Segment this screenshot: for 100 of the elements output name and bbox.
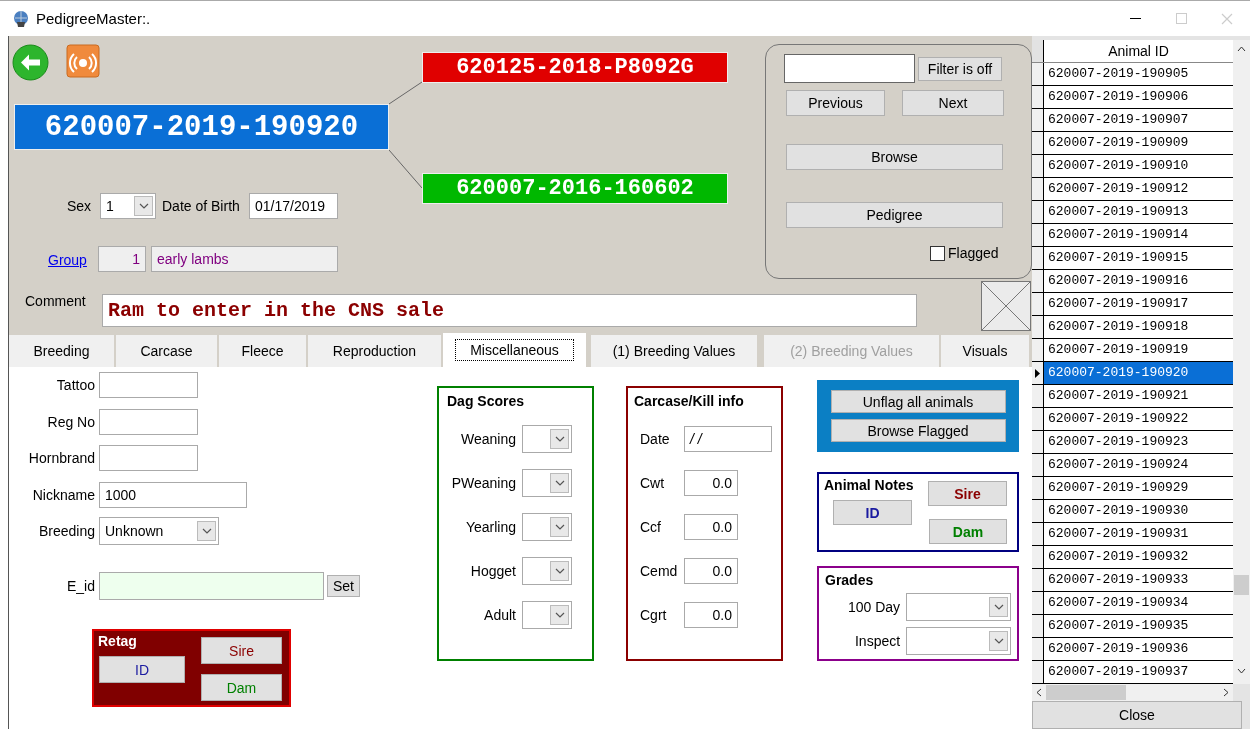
breeding-dropdown[interactable]: Unknown: [99, 517, 219, 545]
row-pointer-icon: [1035, 368, 1040, 378]
previous-button[interactable]: Previous: [786, 90, 885, 116]
number-field[interactable]: 0.0: [684, 470, 738, 496]
field-label: Cwt: [639, 475, 666, 491]
scroll-right-icon[interactable]: [1223, 688, 1229, 697]
table-cell-text: 620007-2019-190931: [1047, 525, 1190, 543]
group-number-field[interactable]: 1: [98, 246, 146, 272]
tab[interactable]: Miscellaneous: [443, 333, 586, 367]
list-row[interactable]: 620007-2019-190929: [1032, 477, 1233, 500]
number-field[interactable]: 0.0: [684, 514, 738, 540]
field-label: Hogget: [470, 563, 516, 579]
scroll-down-icon[interactable]: [1237, 668, 1246, 674]
table-cell-text: 620007-2019-190913: [1047, 203, 1190, 221]
list-row[interactable]: 620007-2019-190906: [1032, 86, 1233, 109]
sire-id-label[interactable]: 620125-2018-P8092G: [422, 52, 728, 83]
field-label: Yearling: [465, 519, 516, 535]
grade-dropdown[interactable]: [906, 593, 1011, 621]
tab[interactable]: Carcase: [116, 335, 217, 367]
table-cell-text: 620007-2019-190907: [1047, 111, 1190, 129]
field-label: Hornbrand: [27, 450, 96, 466]
list-row[interactable]: 620007-2019-190922: [1032, 408, 1233, 431]
list-row[interactable]: 620007-2019-190905: [1032, 63, 1233, 86]
score-dropdown[interactable]: [522, 469, 572, 497]
list-row[interactable]: 620007-2019-190912: [1032, 178, 1233, 201]
horizontal-scrollbar[interactable]: [1032, 684, 1233, 701]
group-name-field[interactable]: early lambs: [151, 246, 338, 272]
list-row[interactable]: 620007-2019-190934: [1032, 592, 1233, 615]
e-id-field[interactable]: [99, 571, 324, 600]
text-field[interactable]: [99, 372, 198, 398]
scroll-up-icon[interactable]: [1237, 46, 1246, 52]
list-row[interactable]: 620007-2019-190931: [1032, 523, 1233, 546]
score-dropdown[interactable]: [522, 513, 572, 541]
field-label: Cgrt: [639, 607, 668, 623]
list-row[interactable]: 620007-2019-190913: [1032, 201, 1233, 224]
list-row[interactable]: 620007-2019-190909: [1032, 132, 1233, 155]
table-cell-text: 620007-2019-190914: [1047, 226, 1190, 244]
list-row[interactable]: 620007-2019-190936: [1032, 638, 1233, 661]
list-row[interactable]: 620007-2019-190916: [1032, 270, 1233, 293]
nickname-field[interactable]: 1000: [99, 481, 247, 508]
notes-id-button[interactable]: ID: [833, 500, 912, 525]
next-button[interactable]: Next: [902, 90, 1004, 116]
comment-field[interactable]: Ram to enter in the CNS sale: [102, 294, 917, 327]
tab[interactable]: (1) Breeding Values: [591, 335, 757, 367]
list-row[interactable]: 620007-2019-190930: [1032, 500, 1233, 523]
window-title: PedigreeMaster:.: [36, 10, 152, 27]
table-cell-text: 620007-2019-190916: [1047, 272, 1190, 290]
text-field[interactable]: [99, 445, 198, 471]
list-row[interactable]: 620007-2019-190918: [1032, 316, 1233, 339]
tab[interactable]: Reproduction: [308, 335, 441, 367]
date-of-birth-label: Date of Birth: [162, 198, 240, 214]
list-row[interactable]: 620007-2019-190935: [1032, 615, 1233, 638]
flag-action-button[interactable]: Unflag all animals: [830, 390, 1006, 413]
table-cell-text: 620007-2019-190919: [1047, 341, 1190, 359]
list-row[interactable]: 620007-2019-190923: [1032, 431, 1233, 454]
table-cell-text: 620007-2019-190909: [1047, 134, 1190, 152]
scroll-thumb[interactable]: [1234, 575, 1249, 595]
pedigree-button[interactable]: Pedigree: [786, 202, 1003, 228]
list-row[interactable]: 620007-2019-190921: [1032, 385, 1233, 408]
tab[interactable]: Visuals: [941, 335, 1029, 367]
tab[interactable]: Fleece: [219, 335, 306, 367]
notes-dam-button[interactable]: Dam: [929, 519, 1007, 544]
browse-button[interactable]: Browse: [786, 144, 1003, 170]
vertical-scrollbar[interactable]: [1233, 40, 1250, 684]
number-field[interactable]: 0.0: [684, 558, 738, 584]
tab[interactable]: Breeding: [9, 335, 114, 367]
filter-field[interactable]: [784, 54, 915, 83]
text-field[interactable]: [99, 408, 198, 435]
list-row[interactable]: 620007-2019-190932: [1032, 546, 1233, 569]
chevron-down-icon: [554, 524, 565, 530]
group-link[interactable]: Group: [48, 252, 87, 268]
scroll-left-icon[interactable]: [1036, 688, 1042, 697]
list-row[interactable]: 620007-2019-190907: [1032, 109, 1233, 132]
sex-dropdown[interactable]: 1: [100, 193, 156, 219]
field-label: Ccf: [639, 519, 662, 535]
filter-button[interactable]: Filter is off: [918, 57, 1002, 81]
list-row[interactable]: 620007-2019-190917: [1032, 293, 1233, 316]
retag-sire-button[interactable]: Sire: [201, 637, 282, 664]
list-row[interactable]: 620007-2019-190933: [1032, 569, 1233, 592]
broadcast-icon[interactable]: [66, 44, 100, 78]
score-dropdown[interactable]: [522, 601, 572, 629]
flagged-checkbox[interactable]: [930, 245, 945, 261]
date-field[interactable]: / /: [684, 426, 772, 452]
set-button[interactable]: Set: [327, 574, 360, 597]
score-dropdown[interactable]: [522, 425, 572, 453]
list-row[interactable]: 620007-2019-190924: [1032, 454, 1233, 477]
number-field[interactable]: 0.0: [684, 602, 738, 628]
retag-id-button[interactable]: ID: [99, 656, 185, 683]
notes-sire-button[interactable]: Sire: [928, 481, 1007, 506]
field-label: Breeding: [37, 523, 96, 539]
list-row[interactable]: 620007-2019-190914: [1032, 224, 1233, 247]
close-list-button[interactable]: Close: [1032, 701, 1242, 729]
grade-dropdown[interactable]: [906, 627, 1011, 655]
flag-action-button[interactable]: Browse Flagged: [830, 419, 1006, 442]
list-row[interactable]: 620007-2019-190910: [1032, 155, 1233, 178]
retag-dam-button[interactable]: Dam: [201, 674, 282, 701]
flagged-label: Flagged: [948, 245, 999, 261]
score-dropdown[interactable]: [522, 557, 572, 585]
date-of-birth-field[interactable]: 01/17/2019: [249, 193, 338, 219]
list-row[interactable]: 620007-2019-190915: [1032, 247, 1233, 270]
